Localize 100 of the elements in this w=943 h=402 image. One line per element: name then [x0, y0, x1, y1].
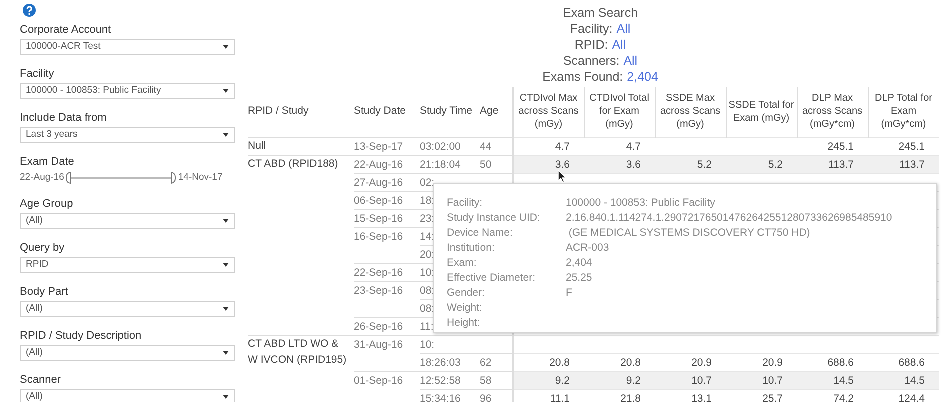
range-start-value: 22-Aug-16: [20, 171, 64, 185]
table-cell: 44: [480, 140, 492, 152]
table-cell: 4.7: [626, 140, 641, 152]
table-cell: 03:02:00: [420, 140, 461, 152]
table-cell-text: Null: [248, 138, 268, 154]
tooltip-label: Institution:: [447, 241, 496, 256]
column-header[interactable]: Study Time: [420, 104, 480, 120]
tooltip-label: Effective Diameter:: [447, 271, 537, 286]
summary-value: All: [616, 21, 631, 37]
date-range-slider[interactable]: [66, 172, 176, 184]
table-cell: 9.2: [626, 374, 641, 386]
table-cell: 13.1: [692, 392, 712, 402]
table-cell: 688.6: [828, 356, 854, 368]
table-cell: 124.4: [898, 392, 925, 402]
table-cell: 20.9: [692, 356, 712, 368]
filter-dropdown[interactable]: (All): [20, 389, 235, 402]
table-cell: 20:: [420, 248, 435, 260]
table-cell: 245.1: [828, 140, 854, 152]
column-header[interactable]: CTDIvol Total for Exam (mGy): [586, 92, 654, 132]
caret-icon: [223, 45, 229, 49]
table-cell: 11:: [420, 320, 434, 332]
summary-value: All: [612, 37, 626, 53]
column-header[interactable]: DLP Total for Exam (mGy*cm): [870, 92, 938, 132]
column-header[interactable]: Study Date: [354, 104, 420, 120]
table-cell: 3.6: [626, 158, 641, 170]
table-cell: 10.7: [692, 374, 712, 386]
filter-label: Corporate Account: [20, 23, 112, 37]
table-cell: 113.7: [900, 158, 925, 170]
table-cell: 22-Aug-16: [354, 158, 404, 170]
summary-label: Facility:: [570, 21, 613, 37]
filter-dropdown[interactable]: (All): [20, 301, 235, 318]
column-header[interactable]: Age: [480, 104, 512, 120]
table-cell: 3.6: [555, 158, 570, 170]
summary-label: RPID:: [574, 37, 608, 53]
table-cell: 10.7: [762, 374, 783, 386]
filter-dropdown[interactable]: 100000-ACR Test: [20, 39, 235, 55]
table-cell: 21.8: [620, 392, 641, 402]
table-cell: 14.5: [834, 374, 854, 386]
table-cell: 15-Sep-16: [354, 212, 404, 224]
column-header[interactable]: SSDE Max across Scans (mGy): [656, 92, 724, 132]
table-cell: 21:18:04: [420, 158, 461, 170]
table-cell: 31-Aug-16: [354, 338, 404, 350]
tooltip-label: Exam:: [447, 256, 478, 271]
table-cell: 08:: [420, 284, 435, 296]
table-cell-text: CT ABD (RPID188): [248, 156, 340, 172]
column-header[interactable]: SSDE Total for Exam (mGy): [728, 98, 796, 125]
table-cell: 245.1: [898, 140, 925, 152]
tooltip-value: 2,404: [566, 256, 592, 271]
table-cell: 5.2: [768, 158, 783, 170]
tooltip-label: Gender:: [447, 286, 486, 301]
table-cell: 50: [480, 158, 492, 170]
help-icon[interactable]: [23, 4, 36, 17]
filter-label: Body Part: [20, 285, 68, 300]
tooltip-value: 25.25: [566, 271, 592, 286]
filter-dropdown[interactable]: 100000 - 100853: Public Facility: [20, 83, 235, 99]
filter-label: Age Group: [20, 197, 74, 212]
table-cell: 02:: [420, 176, 435, 188]
tooltip-value: 100000 - 100853: Public Facility: [566, 196, 716, 211]
tooltip-value: (GE MEDICAL SYSTEMS DISCOVERY CT750 HD): [568, 226, 810, 241]
tooltip-label: Facility:: [447, 196, 484, 211]
table-cell: 16-Sep-16: [354, 230, 404, 242]
filter-dropdown[interactable]: (All): [20, 213, 235, 230]
table-cell: 58: [480, 374, 492, 386]
tooltip-label: Study Instance UID:: [447, 211, 542, 226]
filter-dropdown[interactable]: Last 3 years: [20, 127, 235, 143]
tooltip-label: Height:: [447, 316, 482, 331]
column-header[interactable]: DLP Max across Scans (mGy*cm): [798, 92, 866, 132]
range-end-value: 14-Nov-17: [178, 171, 223, 185]
filter-label: RPID / Study Description: [20, 329, 142, 344]
table-cell: 11.1: [550, 392, 570, 402]
table-cell: 08:: [420, 302, 435, 314]
summary-label: Exams Found:: [542, 69, 624, 85]
table-cell: 23-Sep-16: [354, 284, 404, 296]
tooltip-value: 2.16.840.1.114274.1.290721765014762642551280733626985485910: [566, 211, 892, 226]
table-cell: 96: [480, 392, 492, 402]
column-header[interactable]: CTDIvol Max across Scans (mGy): [515, 92, 582, 132]
column-header[interactable]: RPID / Study: [248, 104, 354, 120]
table-cell: 13-Sep-17: [354, 140, 404, 152]
table-cell: 14.5: [904, 374, 925, 386]
filter-dropdown[interactable]: (All): [20, 345, 235, 362]
caret-icon: [223, 133, 229, 137]
table-cell: 10:: [420, 266, 435, 278]
caret-icon: [223, 351, 229, 356]
table-cell: 14:: [420, 230, 435, 242]
filter-label: Scanner: [20, 373, 61, 388]
filter-dropdown[interactable]: RPID: [20, 257, 235, 274]
table-cell: 18:: [420, 194, 435, 206]
table-cell: 688.6: [898, 356, 925, 368]
filter-label: Include Data from: [20, 111, 107, 125]
table-cell: 15:34:16: [420, 392, 461, 402]
table-cell: 20.8: [550, 356, 570, 368]
table-cell: 06-Sep-16: [354, 194, 404, 206]
table-cell: 20.8: [620, 356, 641, 368]
tooltip-label: Device Name:: [447, 226, 514, 241]
table-cell: 5.2: [697, 158, 712, 170]
summary-label: Scanners:: [563, 53, 620, 69]
table-cell: 26-Sep-16: [354, 320, 404, 332]
tooltip-value: ACR-003: [566, 241, 610, 256]
table-cell: 23:: [420, 212, 435, 224]
filter-label: Exam Date: [20, 155, 74, 169]
